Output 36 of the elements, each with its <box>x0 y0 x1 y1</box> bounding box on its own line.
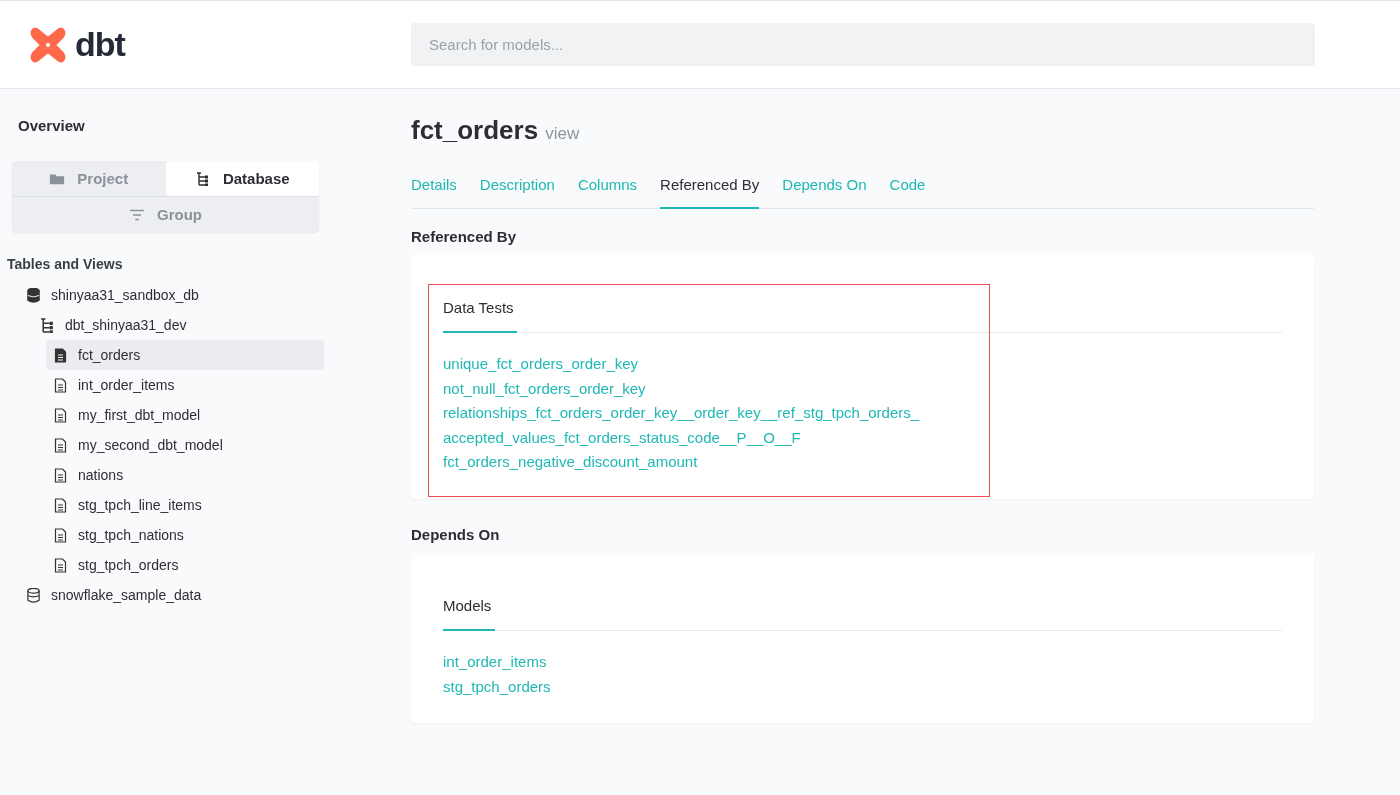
document-icon <box>53 407 68 423</box>
tree-item[interactable]: snowflake_sample_data <box>7 580 324 610</box>
document-icon <box>53 467 68 483</box>
document-icon <box>53 347 68 363</box>
tree-item[interactable]: int_order_items <box>46 370 324 400</box>
search-field[interactable]: Search for models... <box>411 23 1315 66</box>
document-icon <box>53 557 68 573</box>
section-heading: Referenced By <box>411 228 518 245</box>
document-icon <box>53 377 68 393</box>
tree-item[interactable]: my_second_dbt_model <box>46 430 324 460</box>
database-icon <box>26 587 41 603</box>
tree-item[interactable]: fct_orders <box>46 340 324 370</box>
tree-item[interactable]: stg_tpch_nations <box>46 520 324 550</box>
sidebar-title: Overview <box>17 117 86 134</box>
tree-title: Tables and Views <box>7 256 124 272</box>
section-heading: Depends On <box>411 525 501 543</box>
view-tab[interactable]: Database <box>165 161 319 196</box>
logo-text: dbt <box>75 25 125 64</box>
tree-item[interactable]: shinyaa31_sandbox_db <box>7 280 324 310</box>
section-tab[interactable]: Referenced By <box>660 166 760 209</box>
tree-item[interactable]: nations <box>46 460 324 490</box>
tree-item[interactable]: stg_tpch_line_items <box>46 490 324 520</box>
document-icon <box>53 527 68 543</box>
model-title: fct_orders <box>411 115 539 146</box>
model-type: view <box>545 124 580 144</box>
hierarchy-icon <box>194 171 211 186</box>
database-icon <box>26 287 41 303</box>
category-tab[interactable]: Models <box>443 588 495 631</box>
tree-item[interactable]: dbt_shinyaa31_dev <box>7 310 324 340</box>
category-tab[interactable]: Data Tests <box>443 291 517 333</box>
tree-item[interactable]: my_first_dbt_model <box>46 400 324 430</box>
document-icon <box>53 437 68 453</box>
tree-item[interactable]: stg_tpch_orders <box>46 550 324 580</box>
filter-icon <box>129 207 145 222</box>
document-icon <box>53 497 68 513</box>
hierarchy-icon <box>40 317 55 333</box>
